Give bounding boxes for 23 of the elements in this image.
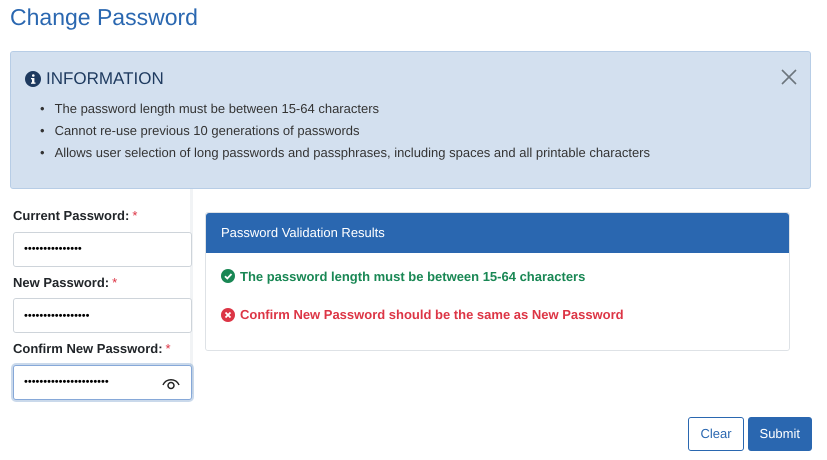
validation-message: Confirm New Password should be the same as New Password — [240, 306, 624, 324]
card-header: Password Validation Results — [206, 213, 789, 252]
page-title: Change Password — [10, 3, 199, 32]
required-asterisk: * — [166, 340, 171, 358]
bullet: • — [40, 100, 45, 118]
info-icon — [25, 70, 41, 87]
info-item: Allows user selection of long passwords and passphrases, including spaces and all printable characters — [54, 144, 650, 162]
password-field[interactable]: ••••••••••••••• — [13, 232, 192, 266]
password-field[interactable]: ••••••••••••••••• — [13, 298, 192, 333]
info-heading: INFORMATION — [46, 68, 164, 90]
password-field[interactable]: •••••••••••••••••••••• — [13, 364, 192, 400]
bullet: • — [40, 122, 45, 140]
submit-button[interactable]: Submit — [748, 417, 812, 450]
required-asterisk: * — [132, 207, 138, 225]
required-asterisk: * — [112, 274, 118, 292]
field-label: New Password: — [13, 274, 110, 292]
bullet: • — [40, 144, 45, 162]
clear-button[interactable]: Clear — [688, 417, 744, 450]
validation-message: The password length must be between 15-64 characters — [240, 268, 586, 286]
info-item: The password length must be between 15-64 characters — [54, 100, 380, 118]
info-item: Cannot re-use previous 10 generations of passwords — [54, 122, 360, 140]
field-label: Confirm New Password: — [13, 340, 163, 358]
field-label: Current Password: — [13, 207, 130, 225]
